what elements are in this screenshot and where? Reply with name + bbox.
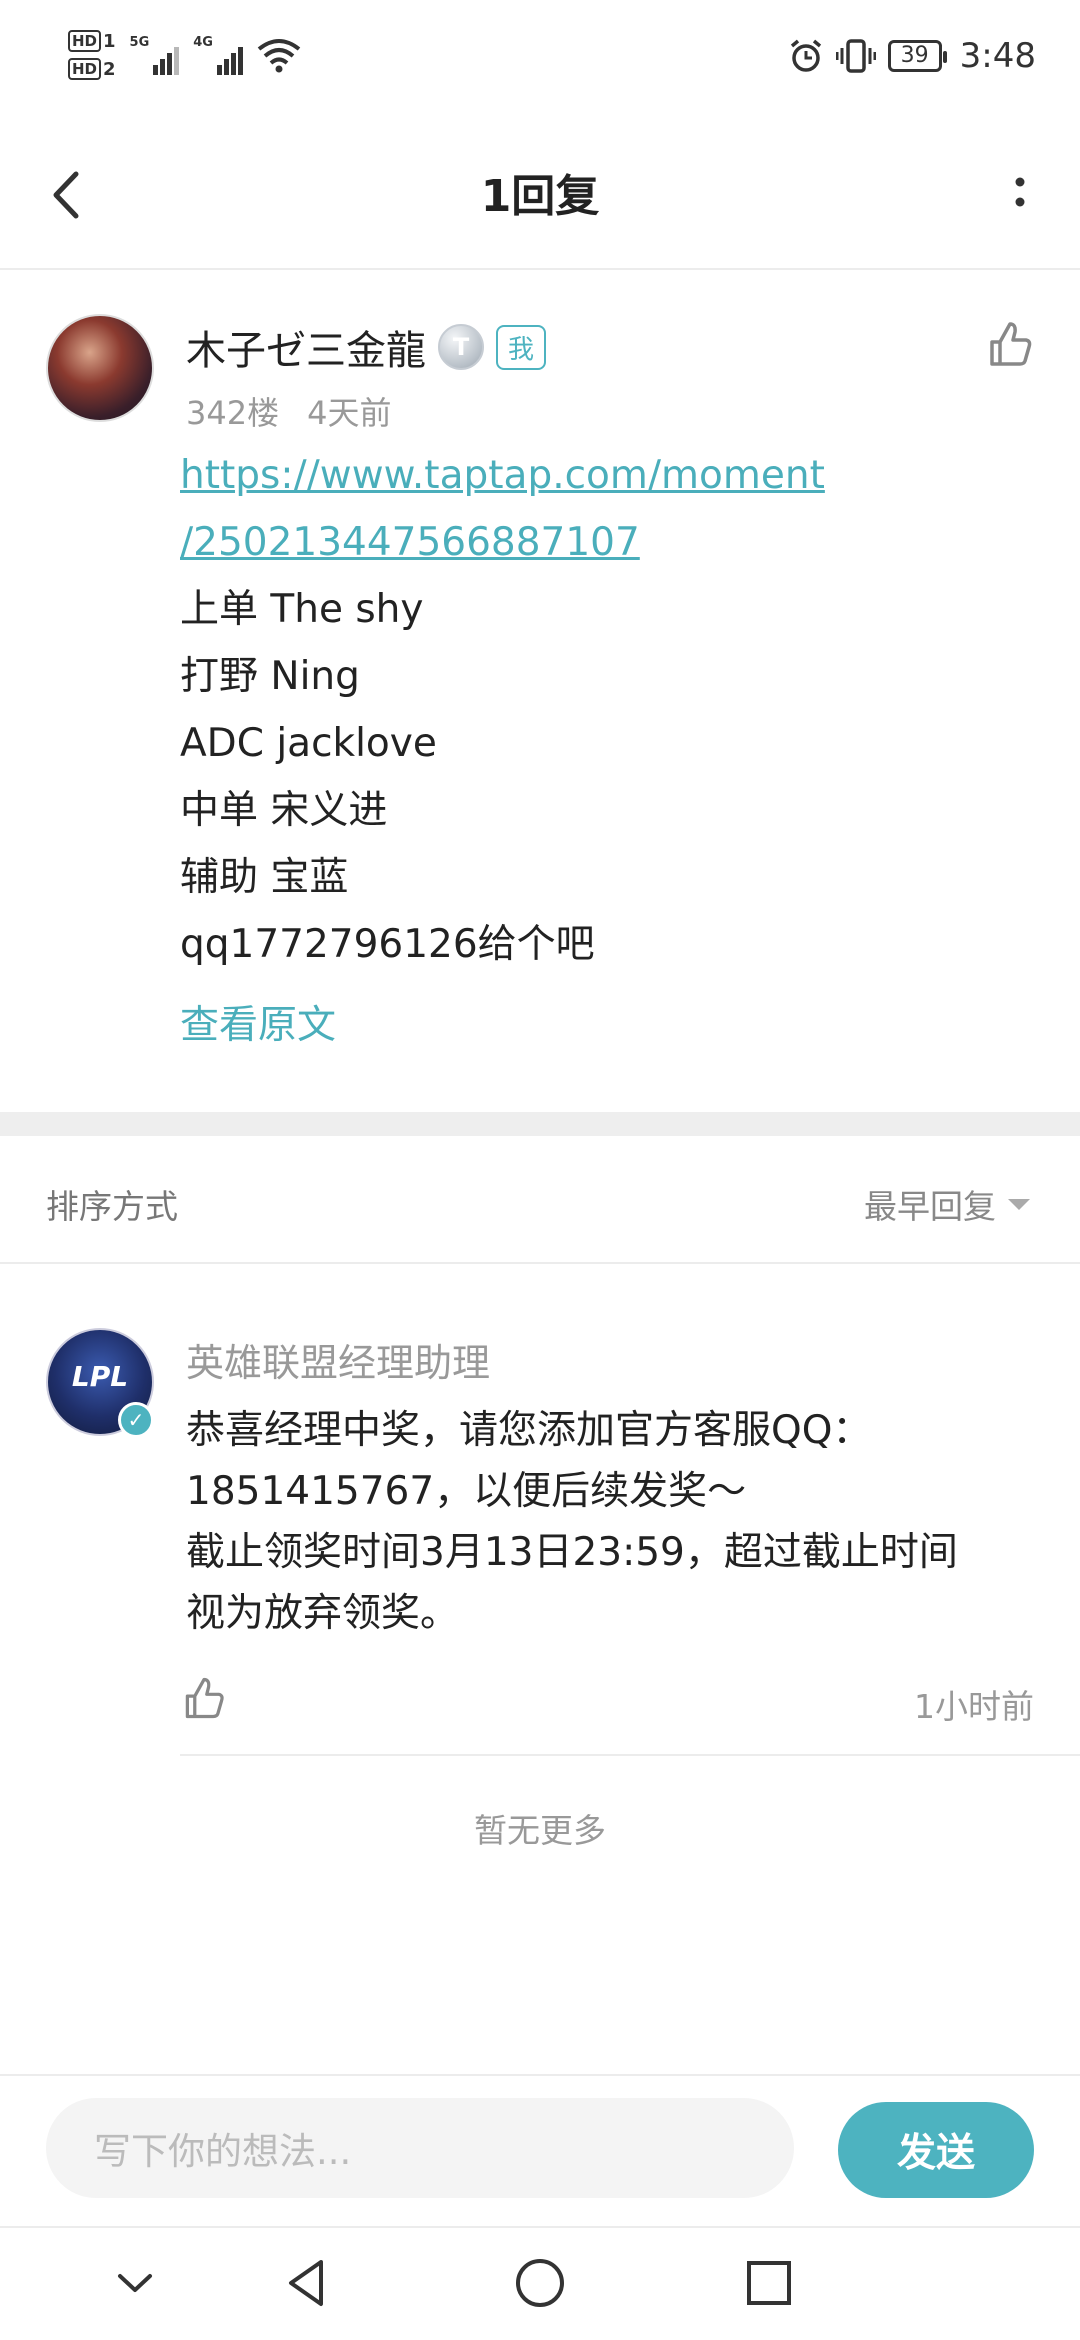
- divider: [180, 1754, 1080, 1756]
- hd2-sub: 2: [103, 58, 116, 80]
- system-nav-bar: [0, 2226, 1080, 2340]
- signal-icon: 5G: [130, 35, 180, 75]
- content-line: 上单 The shy: [180, 587, 424, 632]
- status-bar: HD 1 HD 2 5G 4G 39 3:48: [0, 0, 1080, 120]
- content-line: 辅助 宝蓝: [180, 855, 349, 900]
- top-app-bar: 1回复: [0, 120, 1080, 270]
- thumbs-up-icon[interactable]: [180, 1674, 228, 1722]
- reply-author[interactable]: 英雄联盟经理助理: [186, 1332, 490, 1387]
- sort-dropdown[interactable]: 最早回复: [864, 1180, 1030, 1228]
- sort-label: 排序方式: [46, 1187, 178, 1226]
- home-circle-icon[interactable]: [505, 2248, 575, 2318]
- content-line: 打野 Ning: [180, 654, 360, 699]
- reply-line: 视为放弃领奖。: [186, 1591, 460, 1636]
- chevron-down-icon[interactable]: [100, 2248, 170, 2318]
- comment-input[interactable]: 写下你的想法...: [46, 2098, 794, 2198]
- hd1-sub: 1: [103, 30, 116, 52]
- level-badge: T: [438, 324, 484, 370]
- no-more-label: 暂无更多: [474, 1811, 606, 1850]
- net1-label: 5G: [129, 35, 150, 50]
- post-time: 4天前: [307, 394, 392, 432]
- battery-icon: 39: [887, 40, 947, 72]
- author-name[interactable]: 木子ゼ三金龍: [186, 318, 426, 376]
- reply-text: 恭喜经理中奖，请您添加官方客服QQ： 1851415767，以便后续发奖～ 截止…: [186, 1400, 1026, 1644]
- author-row: 木子ゼ三金龍 T 我: [186, 318, 547, 376]
- content-line: 中单 宋义进: [180, 788, 388, 833]
- sort-row: 排序方式 最早回复: [0, 1136, 1080, 1264]
- reply-item: LPL ✓ 英雄联盟经理助理 恭喜经理中奖，请您添加官方客服QQ： 185141…: [0, 1266, 1080, 1756]
- signal-icon-2: 4G: [193, 35, 243, 75]
- post-link[interactable]: https://www.taptap.com/moment/2502134475…: [180, 442, 1040, 576]
- thumbs-up-icon[interactable]: [984, 318, 1036, 370]
- vibrate-icon: [835, 39, 876, 73]
- back-triangle-icon[interactable]: [273, 2248, 343, 2318]
- caret-down-icon[interactable]: [1008, 1198, 1030, 1210]
- original-post: 木子ゼ三金龍 T 我 342楼 4天前 https://www.taptap.c…: [0, 272, 1080, 1112]
- hd1-indicator: HD 1: [68, 30, 116, 52]
- floor-number: 342楼: [186, 394, 280, 432]
- content-line: qq1772796126给个吧: [180, 922, 595, 967]
- avatar[interactable]: [46, 314, 154, 422]
- recents-square-icon[interactable]: [734, 2248, 804, 2318]
- clock: 3:48: [959, 36, 1036, 76]
- reply-line: 1851415767，以便后续发奖～: [186, 1469, 747, 1514]
- hd1-label: HD: [68, 30, 102, 52]
- view-original-link[interactable]: 查看原文: [180, 994, 336, 1050]
- content-line: ADC jacklove: [180, 721, 437, 766]
- link-line-2[interactable]: /250213447566887107: [180, 520, 640, 565]
- page-title: 1回复: [480, 171, 600, 222]
- me-badge: 我: [496, 324, 547, 370]
- sort-value[interactable]: 最早回复: [864, 1180, 996, 1228]
- alarm-icon: [790, 39, 821, 72]
- composer-bar: 写下你的想法... 发送: [0, 2074, 1080, 2226]
- post-meta: 342楼 4天前: [186, 388, 391, 434]
- reply-line: 截止领奖时间3月13日23:59，超过截止时间: [186, 1530, 958, 1575]
- avatar-logo-text: LPL: [71, 1360, 129, 1393]
- link-line-1[interactable]: https://www.taptap.com/moment: [180, 453, 825, 498]
- net2-label: 4G: [193, 35, 213, 50]
- hd-indicators: HD 1 HD 2: [68, 30, 116, 80]
- verified-icon: ✓: [118, 1402, 154, 1438]
- hd2-label: HD: [68, 58, 102, 80]
- status-right: 39 3:48: [788, 36, 1036, 76]
- post-content: https://www.taptap.com/moment/2502134475…: [180, 442, 1040, 978]
- section-divider: [0, 1112, 1080, 1136]
- network-indicators: HD 1 HD 2 5G 4G: [68, 30, 301, 80]
- more-vertical-icon[interactable]: [1000, 160, 1040, 230]
- wifi-icon: [257, 39, 301, 73]
- hd2-indicator: HD 2: [68, 58, 116, 80]
- send-button[interactable]: 发送: [838, 2102, 1034, 2198]
- reply-time: 1小时前: [914, 1687, 1034, 1726]
- reply-line: 恭喜经理中奖，请您添加官方客服QQ：: [186, 1408, 872, 1453]
